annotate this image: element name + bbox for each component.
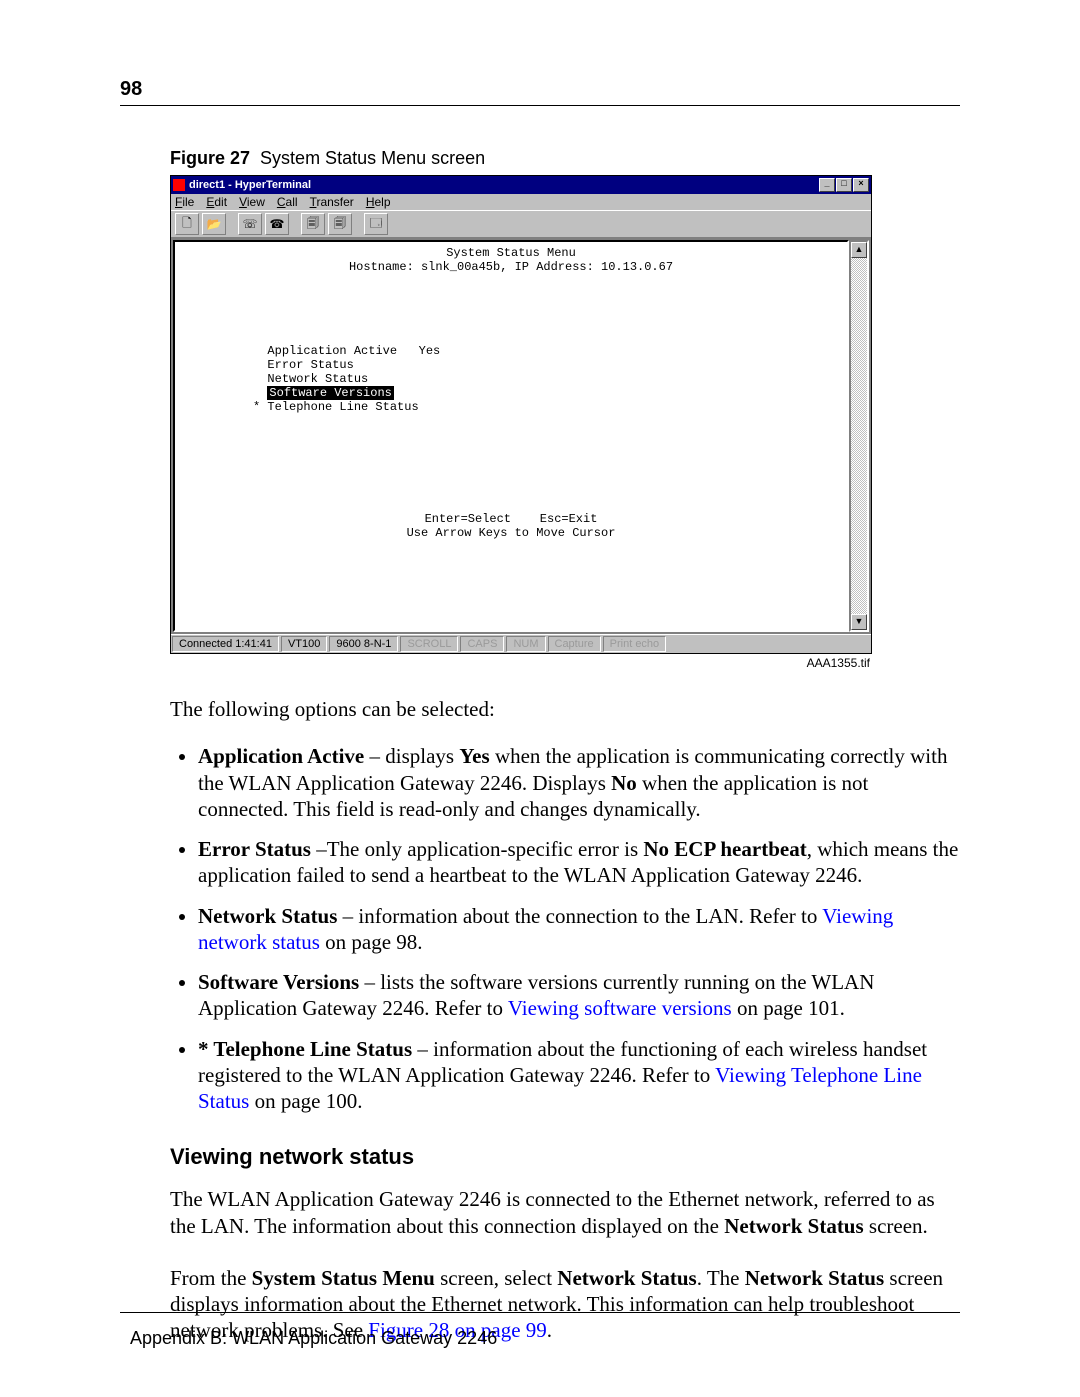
toolbar-disconnect-icon[interactable]: ☎ (265, 213, 289, 235)
opt-app-active: Application Active – displays Yes when t… (198, 743, 960, 822)
term-header2: Hostname: slnk_00a45b, IP Address: 10.13… (349, 260, 673, 274)
status-capture: Capture (548, 636, 601, 652)
status-scroll: SCROLL (400, 636, 458, 652)
menu-view[interactable]: View (239, 195, 265, 209)
menu-help[interactable]: Help (366, 195, 391, 209)
opt-error-status: Error Status –The only application-speci… (198, 836, 960, 889)
term-app-active: Application Active (267, 344, 397, 358)
hyperterminal-window: direct1 - HyperTerminal _ □ × File Edit … (170, 175, 872, 654)
status-connected: Connected 1:41:41 (172, 636, 279, 652)
para1: The WLAN Application Gateway 2246 is con… (170, 1186, 960, 1239)
page-number: 98 (120, 78, 960, 101)
status-caps: CAPS (460, 636, 504, 652)
client-area: System Status Menu Hostname: slnk_00a45b… (171, 238, 871, 634)
maximize-button[interactable]: □ (836, 178, 852, 192)
opt-label: Application Active (198, 744, 364, 768)
header-rule (120, 105, 960, 106)
term-phone: * Telephone Line Status (253, 400, 419, 414)
status-emulation: VT100 (281, 636, 327, 652)
status-echo: Print echo (603, 636, 667, 652)
opt-label: Software Versions (198, 970, 359, 994)
toolbar-send-icon[interactable]: 🗐 (301, 213, 325, 235)
figure: direct1 - HyperTerminal _ □ × File Edit … (170, 175, 870, 670)
toolbar-open-icon[interactable]: 📂 (202, 213, 226, 235)
menu-file[interactable]: File (175, 195, 194, 209)
term-footer1: Enter=Select Esc=Exit (425, 512, 598, 526)
page: 98 Figure 27 System Status Menu screen d… (0, 0, 1080, 1397)
term-app-active-val: Yes (419, 344, 441, 358)
term-software-selected: Software Versions (267, 386, 393, 400)
menu-call[interactable]: Call (277, 195, 298, 209)
toolbar-connect-icon[interactable]: ☏ (238, 213, 262, 235)
term-network: Network Status (267, 372, 368, 386)
figure-caption: Figure 27 System Status Menu screen (170, 148, 960, 169)
toolbar-receive-icon[interactable]: 🗐 (328, 213, 352, 235)
opt-label: Network Status (198, 904, 337, 928)
options-list: Application Active – displays Yes when t… (170, 743, 960, 1114)
opt-network-status: Network Status – information about the c… (198, 903, 960, 956)
toolbar-properties-icon[interactable]: 🗔 (364, 213, 388, 235)
term-footer2: Use Arrow Keys to Move Cursor (407, 526, 616, 540)
window-title: direct1 - HyperTerminal (189, 179, 311, 191)
scroll-down-icon[interactable]: ▼ (851, 614, 867, 630)
opt-software-versions: Software Versions – lists the software v… (198, 969, 960, 1022)
scrollbar[interactable]: ▲ ▼ (849, 240, 869, 632)
scroll-up-icon[interactable]: ▲ (851, 242, 867, 258)
opt-label: * Telephone Line Status (198, 1037, 412, 1061)
opt-label: Error Status (198, 837, 311, 861)
minimize-button[interactable]: _ (819, 178, 835, 192)
menu-edit[interactable]: Edit (206, 195, 227, 209)
term-error: Error Status (267, 358, 353, 372)
intro-text: The following options can be selected: (170, 696, 960, 722)
term-header1: System Status Menu (446, 246, 576, 260)
footer-rule (120, 1312, 960, 1313)
status-baud: 9600 8-N-1 (329, 636, 398, 652)
statusbar: Connected 1:41:41 VT100 9600 8-N-1 SCROL… (171, 634, 871, 653)
app-icon (173, 179, 185, 191)
toolbar-new-icon[interactable]: 🗋 (175, 213, 199, 235)
figure-label: Figure 27 (170, 148, 250, 168)
figure-title: System Status Menu screen (260, 148, 485, 168)
status-num: NUM (506, 636, 545, 652)
menubar: File Edit View Call Transfer Help (171, 194, 871, 210)
link-viewing-software-versions[interactable]: Viewing software versions (508, 996, 732, 1020)
opt-telephone-line-status: * Telephone Line Status – information ab… (198, 1036, 960, 1115)
titlebar: direct1 - HyperTerminal _ □ × (171, 176, 871, 194)
terminal[interactable]: System Status Menu Hostname: slnk_00a45b… (173, 240, 849, 632)
image-file-label: AAA1355.tif (170, 656, 870, 670)
toolbar: 🗋 📂 ☏ ☎ 🗐 🗐 🗔 (171, 210, 871, 238)
menu-transfer[interactable]: Transfer (310, 195, 354, 209)
scroll-track[interactable] (851, 258, 867, 614)
footer-text: Appendix B: WLAN Application Gateway 224… (130, 1328, 497, 1349)
close-button[interactable]: × (853, 178, 869, 192)
section-heading: Viewing network status (170, 1144, 960, 1170)
